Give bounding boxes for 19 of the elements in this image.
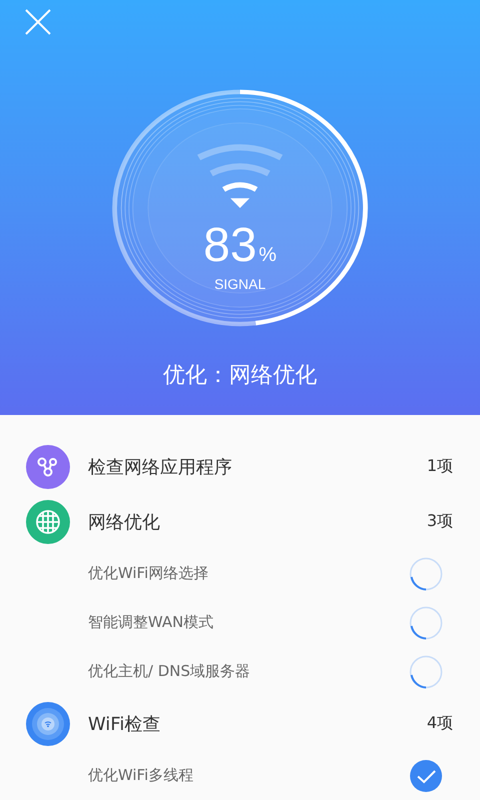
signal-label: SIGNAL [214,276,266,292]
task-label: 优化WiFi多线程 [88,766,194,785]
item-count: 1项 [426,456,453,477]
signal-percent: 83 [203,220,257,272]
percent-unit: % [258,244,277,267]
screen-title: 优化：网络优化 [163,362,317,390]
task-label: 优化主机/ DNS域服务器 [88,662,252,681]
wifi-badge-icon [26,702,70,746]
close-icon[interactable] [24,8,52,36]
task-label: 智能调整WAN模式 [88,613,214,632]
task-label: 优化WiFi网络选择 [88,564,210,583]
group-title: WiFi检查 [88,712,162,736]
group-title: 检查网络应用程序 [88,456,233,478]
item-count: 4项 [426,713,453,734]
wifi-icon [198,144,282,208]
globe-icon [26,500,70,544]
item-count: 3项 [426,511,453,532]
group-title: 网络优化 [88,510,161,534]
share-nodes-icon [26,444,70,488]
